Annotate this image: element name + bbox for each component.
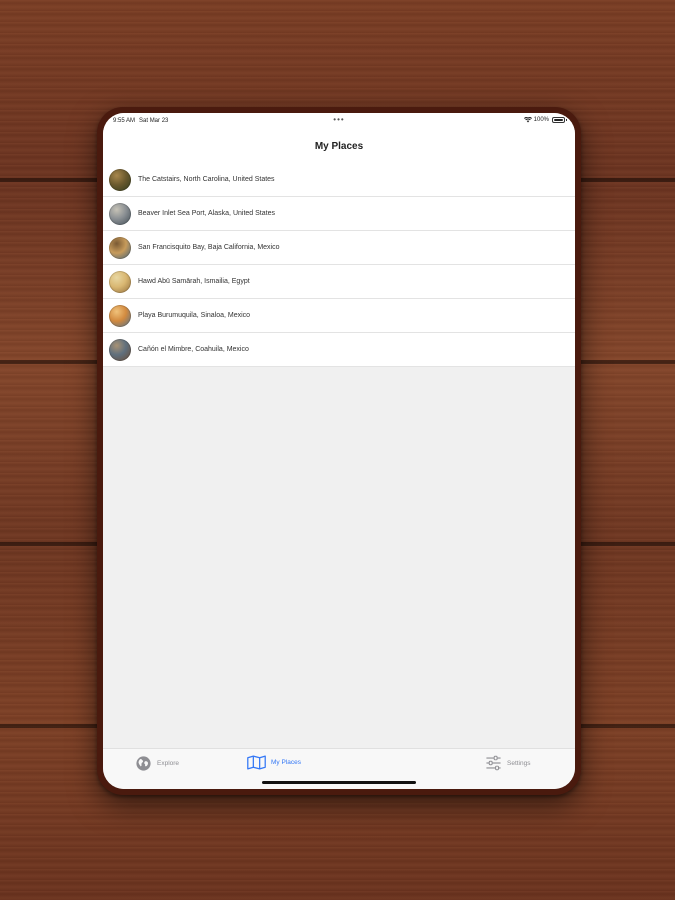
battery-percent: 100% [533, 117, 549, 123]
place-row[interactable]: Beaver Inlet Sea Port, Alaska, United St… [103, 197, 575, 231]
globe-icon [135, 755, 152, 772]
tab-explore[interactable]: Explore [135, 755, 179, 772]
place-label: Hawd Abū Samārah, Ismailia, Egypt [138, 278, 250, 285]
place-label: The Catstairs, North Carolina, United St… [138, 176, 275, 183]
tab-bar: Explore My Places Settings [103, 748, 575, 789]
tablet-device: 9:55 AM Sat Mar 23 ••• 100% My Places Th… [97, 107, 581, 795]
status-time: 9:55 AM [113, 118, 136, 124]
place-row[interactable]: The Catstairs, North Carolina, United St… [103, 163, 575, 197]
tab-my-places[interactable]: My Places [247, 755, 301, 770]
place-row[interactable]: Playa Burumuquila, Sinaloa, Mexico [103, 299, 575, 333]
navigation-bar: My Places [103, 129, 575, 164]
place-label: San Francisquito Bay, Baja California, M… [138, 244, 280, 251]
places-list: The Catstairs, North Carolina, United St… [103, 163, 575, 367]
tab-explore-label: Explore [157, 760, 180, 767]
sliders-icon [485, 755, 502, 771]
map-icon [247, 755, 266, 770]
page-title: My Places [314, 140, 364, 152]
status-bar: 9:55 AM Sat Mar 23 ••• 100% [103, 113, 575, 129]
place-label: Playa Burumuquila, Sinaloa, Mexico [138, 312, 251, 319]
battery-icon [552, 117, 567, 123]
place-row[interactable]: Hawd Abū Samārah, Ismailia, Egypt [103, 265, 575, 299]
home-indicator[interactable] [262, 781, 416, 784]
place-thumbnail [109, 236, 131, 259]
wifi-icon [523, 117, 532, 123]
status-date: Sat Mar 23 [139, 118, 169, 124]
place-thumbnail [109, 202, 131, 225]
multitask-dots[interactable]: ••• [333, 115, 344, 124]
tab-my-places-label: My Places [271, 759, 301, 766]
tab-settings[interactable]: Settings [485, 755, 531, 771]
place-thumbnail [109, 270, 131, 293]
place-thumbnail [109, 338, 131, 361]
place-thumbnail [109, 304, 131, 327]
place-row[interactable]: San Francisquito Bay, Baja California, M… [103, 231, 575, 265]
place-label: Beaver Inlet Sea Port, Alaska, United St… [138, 210, 275, 217]
place-thumbnail [109, 168, 131, 191]
place-label: Cañón el Mimbre, Coahuila, Mexico [138, 346, 249, 353]
place-row[interactable]: Cañón el Mimbre, Coahuila, Mexico [103, 333, 575, 367]
app-screen: 9:55 AM Sat Mar 23 ••• 100% My Places Th… [103, 113, 575, 789]
tab-settings-label: Settings [507, 759, 531, 767]
